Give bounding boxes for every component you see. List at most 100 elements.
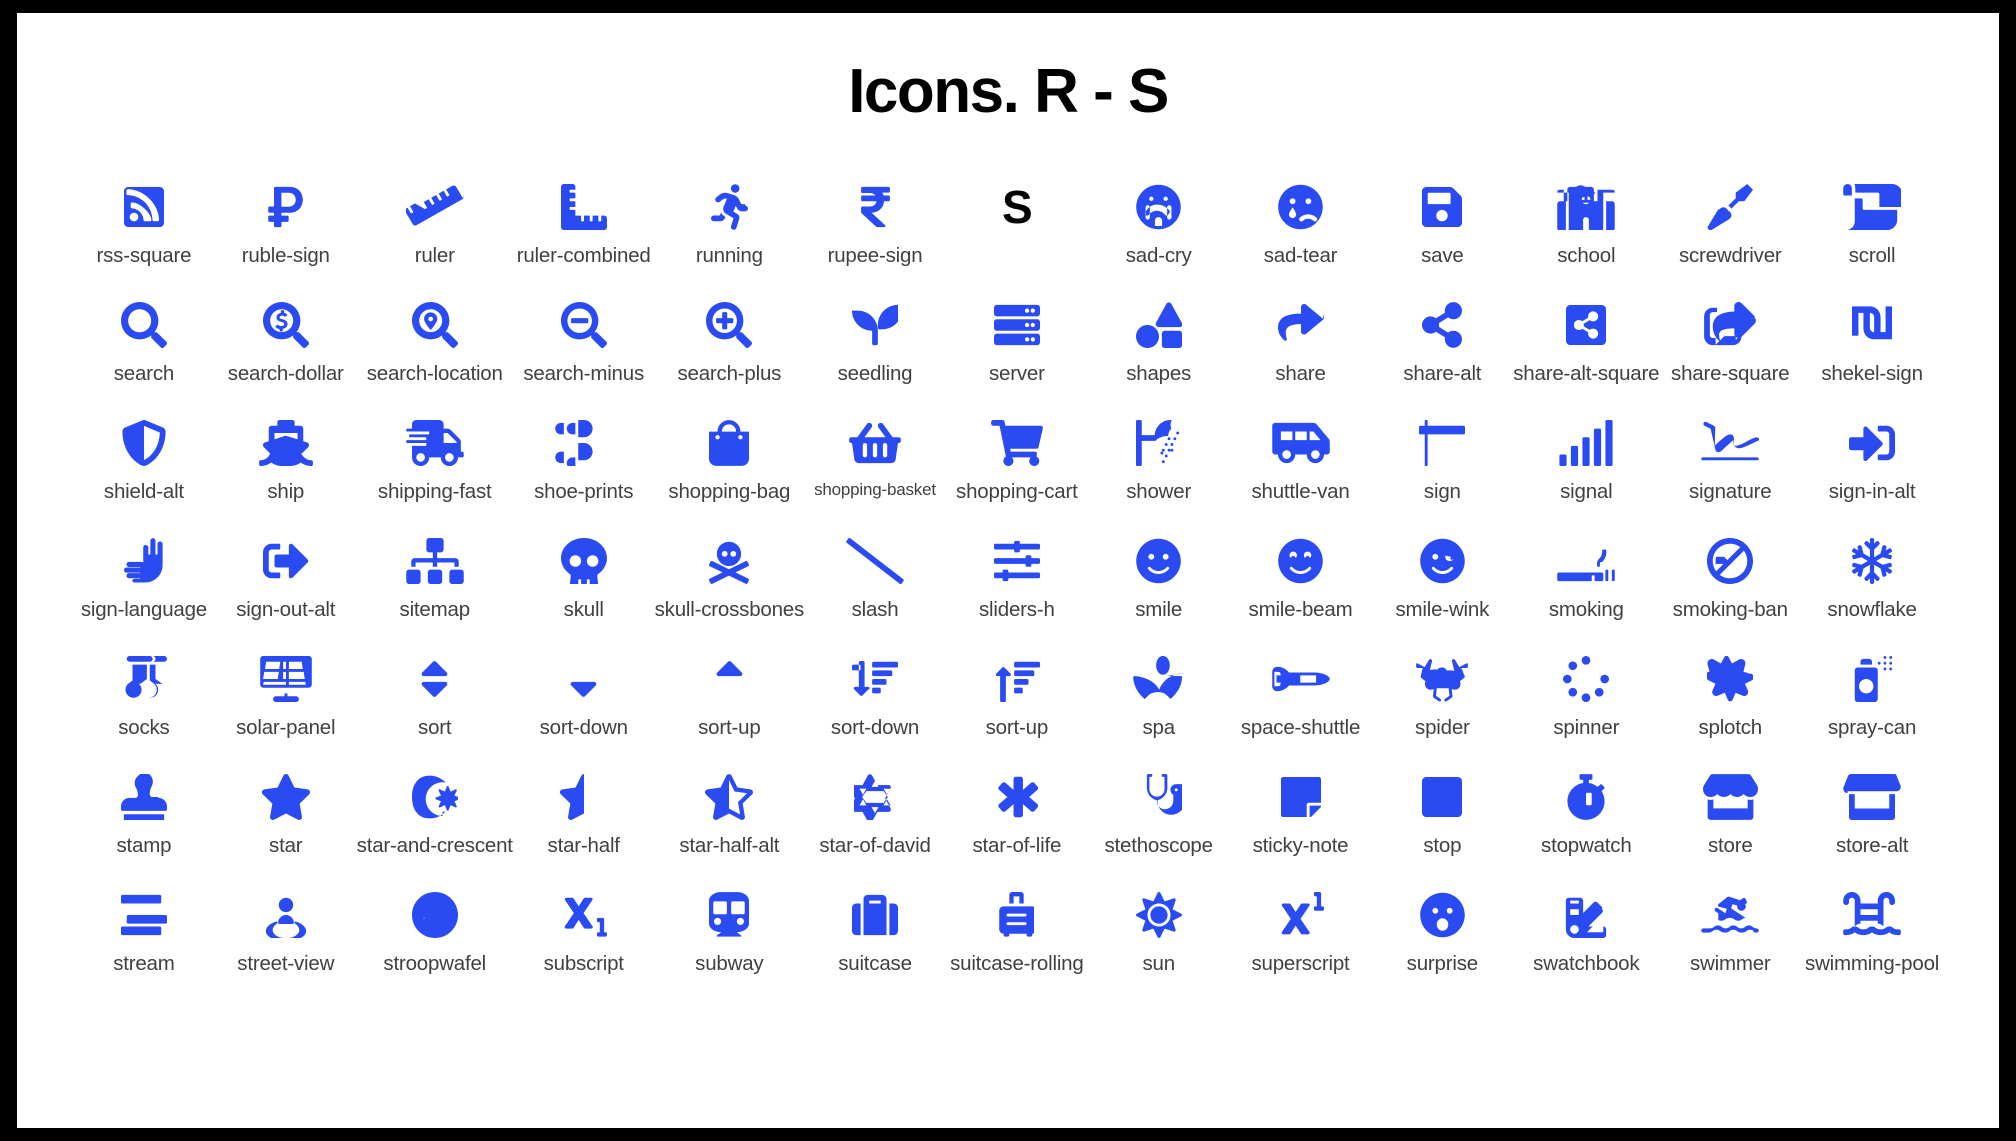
icon-label: stream [113, 952, 175, 976]
icon-label: shapes [1126, 362, 1192, 386]
icon-cell-share-alt-square: share-alt-square [1513, 294, 1660, 412]
icon-cell-sad-cry: sad-cry [1088, 176, 1230, 294]
scroll-icon [1843, 176, 1902, 238]
icon-label: subway [695, 952, 764, 976]
icon-label: school [1557, 244, 1616, 268]
icon-label: sad-cry [1125, 244, 1192, 268]
icon-sheet: Icons. R - S rss-square ruble-sign ruler ru… [17, 13, 1999, 1128]
icon-label: sort [418, 716, 452, 740]
icon-cell-sitemap: sitemap [357, 530, 513, 648]
icon-label: swatchbook [1533, 952, 1640, 976]
page-title: Icons. R - S [848, 57, 1169, 126]
icon-cell-sort-up: sort-up [655, 648, 804, 766]
stop-icon [1422, 766, 1463, 828]
running-icon [710, 176, 748, 238]
icon-label: sign-in-alt [1828, 480, 1916, 504]
icon-label: solar-panel [236, 716, 336, 740]
icon-cell-space-shuttle: space-shuttle [1230, 648, 1372, 766]
icon-cell-shipping-fast: shipping-fast [357, 412, 513, 530]
icon-label: share-alt [1403, 362, 1482, 386]
icon-cell-shopping-cart: shopping-cart [946, 412, 1088, 530]
sign-language-icon [123, 530, 164, 592]
icon-label: screwdriver [1678, 244, 1782, 268]
smile-icon [1136, 530, 1181, 592]
icon-label: surprise [1406, 952, 1479, 976]
icon-cell-skull-crossbones: skull-crossbones [655, 530, 804, 648]
icon-label: stroopwafel [383, 952, 487, 976]
icon-cell-sort-amount-up: sort-up [946, 648, 1088, 766]
icon-label: swimmer [1689, 952, 1771, 976]
icon-label: ruble-sign [241, 244, 330, 268]
stopwatch-icon [1566, 766, 1606, 828]
stethoscope-icon [1136, 766, 1182, 828]
icon-cell-star-half-alt: star-half-alt [655, 766, 804, 884]
shield-alt-icon [121, 412, 167, 474]
signal-icon [1557, 412, 1615, 474]
icon-cell-stethoscope: stethoscope [1088, 766, 1230, 884]
icon-grid: rss-square ruble-sign ruler ruler-combined r… [17, 176, 1999, 1002]
server-icon [993, 294, 1040, 356]
icon-cell-star-and-crescent: star-and-crescent [357, 766, 513, 884]
icon-label: spa [1142, 716, 1175, 740]
icon-cell-rupee-sign: rupee-sign [804, 176, 946, 294]
star-half-icon [558, 766, 610, 828]
icon-label: rupee-sign [827, 244, 923, 268]
icon-label: sitemap [399, 598, 471, 622]
icon-cell-shield-alt: shield-alt [73, 412, 215, 530]
shipping-fast-icon [405, 412, 464, 474]
rss-square-icon [123, 176, 164, 238]
icon-label: shoe-prints [534, 480, 634, 504]
star-half-alt-icon [705, 766, 754, 828]
icon-label: star-of-life [972, 834, 1062, 858]
smoking-ban-icon [1707, 530, 1754, 592]
icon-cell-shapes: shapes [1088, 294, 1230, 412]
icon-cell-shekel-sign: shekel-sign [1801, 294, 1943, 412]
street-view-icon [263, 884, 309, 946]
shuttle-van-icon [1271, 412, 1330, 474]
superscript-icon [1278, 884, 1324, 946]
icon-cell-subway: subway [655, 884, 804, 1002]
icon-label: seedling [837, 362, 913, 386]
seedling-icon [852, 294, 898, 356]
icon-label: star-half-alt [679, 834, 780, 858]
icon-label: ship [267, 480, 305, 504]
icon-cell-sticky-note: sticky-note [1230, 766, 1372, 884]
letter-s-divider: S [1001, 181, 1033, 234]
icon-label: rss-square [96, 244, 192, 268]
icon-cell-ruler-combined: ruler-combined [513, 176, 655, 294]
icon-cell-spa: spa [1088, 648, 1230, 766]
icon-label: signature [1688, 480, 1772, 504]
icon-cell-store: store [1659, 766, 1801, 884]
icon-cell-screwdriver: screwdriver [1659, 176, 1801, 294]
icon-label: shuttle-van [1251, 480, 1350, 504]
icon-cell-smile: smile [1088, 530, 1230, 648]
icon-cell-star: star [215, 766, 357, 884]
spa-icon [1132, 648, 1185, 710]
icon-cell-search-location: search-location [357, 294, 513, 412]
icon-label: search-location [366, 362, 503, 386]
icon-label: slash [851, 598, 899, 622]
search-location-icon [411, 294, 458, 356]
sort-down-icon [569, 648, 598, 710]
skull-icon [560, 530, 607, 592]
star-and-crescent-icon [411, 766, 458, 828]
star-of-david-icon [854, 766, 896, 828]
spinner-icon [1563, 648, 1610, 710]
icon-cell-ship: ship [215, 412, 357, 530]
smile-beam-icon [1278, 530, 1323, 592]
icon-label: share-square [1671, 362, 1790, 386]
icon-label: share-alt-square [1513, 362, 1660, 386]
icon-label: street-view [237, 952, 335, 976]
icon-cell-star-of-david: star-of-david [804, 766, 946, 884]
icon-label: splotch [1698, 716, 1763, 740]
icon-cell-stroopwafel: stroopwafel [357, 884, 513, 1002]
icon-cell-spider: spider [1371, 648, 1513, 766]
icon-label: shekel-sign [1821, 362, 1923, 386]
icon-cell-signature: signature [1659, 412, 1801, 530]
icon-cell-share-alt: share-alt [1371, 294, 1513, 412]
icon-cell-server: server [946, 294, 1088, 412]
icon-label: sticky-note [1252, 834, 1349, 858]
sticky-note-icon [1280, 766, 1321, 828]
icon-label: smoking [1548, 598, 1624, 622]
icon-label: sign [1423, 480, 1461, 504]
